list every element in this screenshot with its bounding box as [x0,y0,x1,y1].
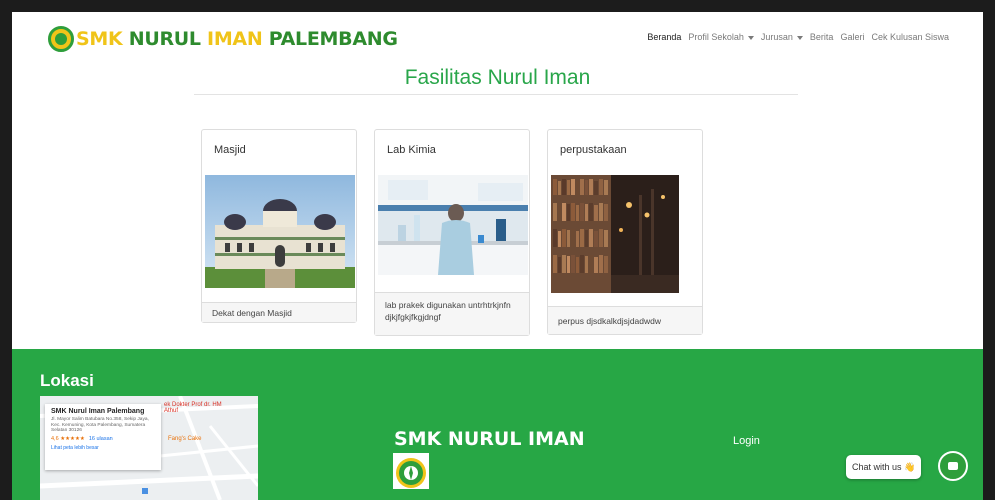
larger-map-link[interactable]: Lihat peta lebih besar [51,445,155,451]
chevron-down-icon [796,35,803,40]
rating-value: 4,6 [51,435,59,442]
card-title: Masjid [214,144,246,156]
school-logo-icon [48,26,74,52]
star-icons: ★★★★★ [60,435,85,442]
card-title: Lab Kimia [387,144,436,156]
brand-logo-link[interactable]: SMK NURUL IMAN PALEMBANG [48,26,398,52]
facility-card-masjid: Masjid Dekat dengan Masjid [201,129,357,323]
facility-card-perpustakaan: perpustakaan perpus djsdkalkdjsjdadwdw [547,129,703,335]
embedded-map[interactable]: ek Dokter Prof dr. HM Athuf Fang's Cake … [40,396,258,500]
card-footer: Dekat dengan Masjid [202,302,356,322]
nav-item-berita[interactable]: Berita [810,32,834,42]
nav-label: Jurusan [760,32,793,42]
page-title: Fasilitas Nurul Iman [404,66,591,89]
main-nav: Beranda Profil Sekolah Jurusan Berita Ga… [647,32,949,42]
card-title: perpustakaan [560,144,627,156]
navbar: SMK NURUL IMAN PALEMBANG Beranda Profil … [12,12,983,62]
map-poi-cake-shop: Fang's Cake [168,436,202,442]
chevron-down-icon [747,35,754,40]
map-place-card: SMK Nurul Iman Palembang Jl. Mayor Salim… [45,404,161,470]
map-place-address: Jl. Mayor Salim Batubara No.358, Sekip J… [51,417,149,433]
chat-widget-button[interactable] [938,451,968,481]
footer-school-name: SMK NURUL IMAN [394,428,585,450]
brand-text-palembang: PALEMBANG [262,28,398,50]
card-description: Dekat dengan Masjid [212,308,292,318]
nav-item-jurusan[interactable]: Jurusan [761,32,803,42]
wave-emoji-icon: 👋 [904,462,916,472]
browser-page: SMK NURUL IMAN PALEMBANG Beranda Profil … [12,12,983,500]
card-footer: perpus djsdkalkdjsjdadwdw [548,306,702,334]
nav-item-cek-kelulusan[interactable]: Cek Kulusan Siswa [871,32,949,42]
card-footer: lab prakek digunakan untrhtrkjnfndjkjfgk… [375,292,529,335]
chat-icon [948,462,958,470]
nav-label: Profil Sekolah [688,32,744,42]
chat-label: Chat with us [852,462,902,472]
card-description: perpus djsdkalkdjsjdadwdw [558,316,662,326]
map-place-name: SMK Nurul Iman Palembang [51,408,145,415]
facility-card-lab-kimia: Lab Kimia lab prakek digunakan untrhtrkj… [374,129,530,336]
library-image [551,175,679,293]
brand-text-nurul: NURUL [122,28,208,50]
brand-text-iman: IMAN [207,28,263,50]
brand-text-smk: SMK [76,28,123,50]
footer-school-logo [393,453,429,489]
review-count-link[interactable]: 16 ulasan [89,436,113,442]
nav-item-galeri[interactable]: Galeri [840,32,864,42]
card-description: lab prakek digunakan untrhtrkjnfndjkjfgk… [385,300,511,322]
nav-item-beranda[interactable]: Beranda [647,32,681,42]
footer-login-link[interactable]: Login [733,435,760,447]
map-rating: 4,6 ★★★★★ 16 ulasan [51,436,155,442]
chat-prompt-bubble[interactable]: Chat with us 👋 [846,455,922,479]
chemistry-lab-image [378,175,528,275]
mosque-image [205,175,355,288]
location-heading: Lokasi [40,371,94,390]
nav-item-profil-sekolah[interactable]: Profil Sekolah [688,32,754,42]
map-poi-clinic: ek Dokter Prof dr. HM Athuf [164,402,222,414]
site-footer: Lokasi ek Dokter Prof dr. HM Athuf Fang'… [12,349,983,500]
divider [194,94,798,95]
